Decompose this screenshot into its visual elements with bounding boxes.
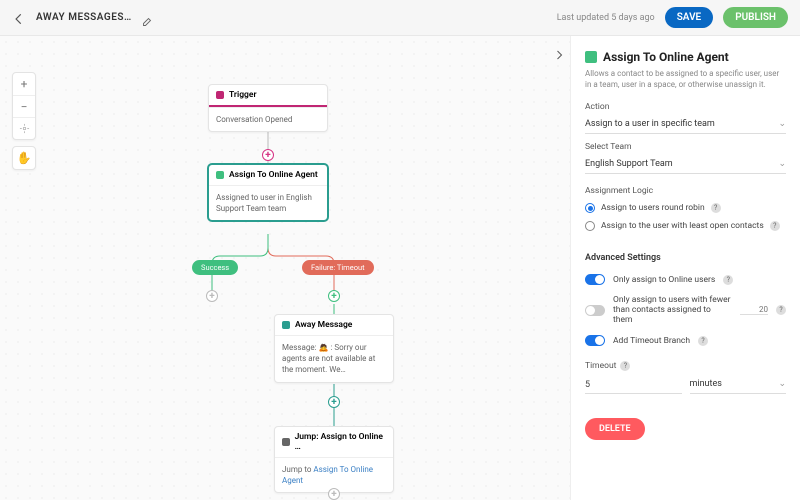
fewer-contacts-input[interactable] [740,305,768,315]
node-jump[interactable]: Jump: Assign to Online … Jump to Assign … [274,426,394,493]
panel-description: Allows a contact to be assigned to a spe… [585,68,786,90]
help-icon[interactable]: ? [698,336,708,346]
hand-icon[interactable]: ✋ [13,147,35,169]
properties-panel: Assign To Online Agent Allows a contact … [570,36,800,500]
workflow-canvas[interactable]: + − ✋ Trigger Conversation O [0,36,570,500]
toggle-fewer-contacts[interactable] [585,305,605,316]
node-body: Assigned to user in English Support Team… [209,185,327,220]
node-away-message[interactable]: Away Message Message: 🙇 : Sorry our agen… [274,314,394,383]
logic-option-round-robin[interactable]: Assign to users round robin ? [585,199,786,217]
timeout-value-input[interactable]: 5 [585,377,682,394]
zoom-tools: + − [12,72,36,140]
logic-label: Assignment Logic [585,186,786,196]
zoom-out-button[interactable]: − [13,95,35,117]
toggle-timeout-branch[interactable] [585,335,605,346]
workflow-title: AWAY MESSAGES… [36,12,132,23]
action-label: Action [585,102,786,112]
node-body: Conversation Opened [209,107,327,131]
help-icon[interactable]: ? [776,305,786,315]
panel-title: Assign To Online Agent [585,50,786,64]
delete-button[interactable]: DELETE [585,418,645,440]
logic-option-least-open[interactable]: Assign to the user with least open conta… [585,217,786,235]
branch-success[interactable]: Success [192,260,238,275]
team-select[interactable]: English Support Team⌄ [585,155,786,174]
edit-icon[interactable] [142,12,154,24]
node-title: Jump: Assign to Online … [295,432,386,452]
toggle-online-only[interactable] [585,274,605,285]
chevron-down-icon: ⌄ [778,379,786,389]
trigger-icon [216,91,224,99]
publish-button[interactable]: PUBLISH [723,7,788,28]
chevron-down-icon: ⌄ [778,159,786,169]
help-icon[interactable]: ? [770,221,780,231]
add-step-button[interactable]: + [262,149,274,161]
collapse-panel-icon[interactable] [550,46,568,64]
last-updated: Last updated 5 days ago [557,13,655,23]
add-step-button[interactable]: + [328,488,340,500]
zoom-in-button[interactable]: + [13,73,35,95]
node-title: Trigger [229,90,257,100]
back-icon[interactable] [12,11,26,25]
timeout-label: Timeout [585,361,616,371]
add-step-button[interactable]: + [206,290,218,302]
assign-icon [585,51,597,63]
add-step-button[interactable]: + [328,290,340,302]
branch-failure[interactable]: Failure: Timeout [302,260,374,275]
help-icon[interactable]: ? [723,275,733,285]
fit-button[interactable] [13,117,35,139]
team-label: Select Team [585,142,786,152]
node-title: Assign To Online Agent [229,170,318,180]
message-icon [282,321,290,329]
advanced-settings-label: Advanced Settings [585,253,786,263]
radio-icon [585,221,595,231]
jump-icon [282,438,290,446]
help-icon[interactable]: ? [620,361,630,371]
node-assign-online-agent[interactable]: Assign To Online Agent Assigned to user … [208,164,328,221]
header: AWAY MESSAGES… Last updated 5 days ago S… [0,0,800,36]
help-icon[interactable]: ? [711,203,721,213]
node-title: Away Message [295,320,352,330]
pan-tool: ✋ [12,146,36,170]
node-body: Message: 🙇 : Sorry our agents are not av… [275,335,393,382]
action-select[interactable]: Assign to a user in specific team⌄ [585,115,786,134]
node-trigger[interactable]: Trigger Conversation Opened [208,84,328,132]
assign-icon [216,171,224,179]
chevron-down-icon: ⌄ [778,119,786,129]
timeout-unit-select[interactable]: minutes⌄ [690,375,787,394]
save-button[interactable]: SAVE [665,7,714,28]
add-step-button[interactable]: + [328,396,340,408]
radio-icon [585,203,595,213]
